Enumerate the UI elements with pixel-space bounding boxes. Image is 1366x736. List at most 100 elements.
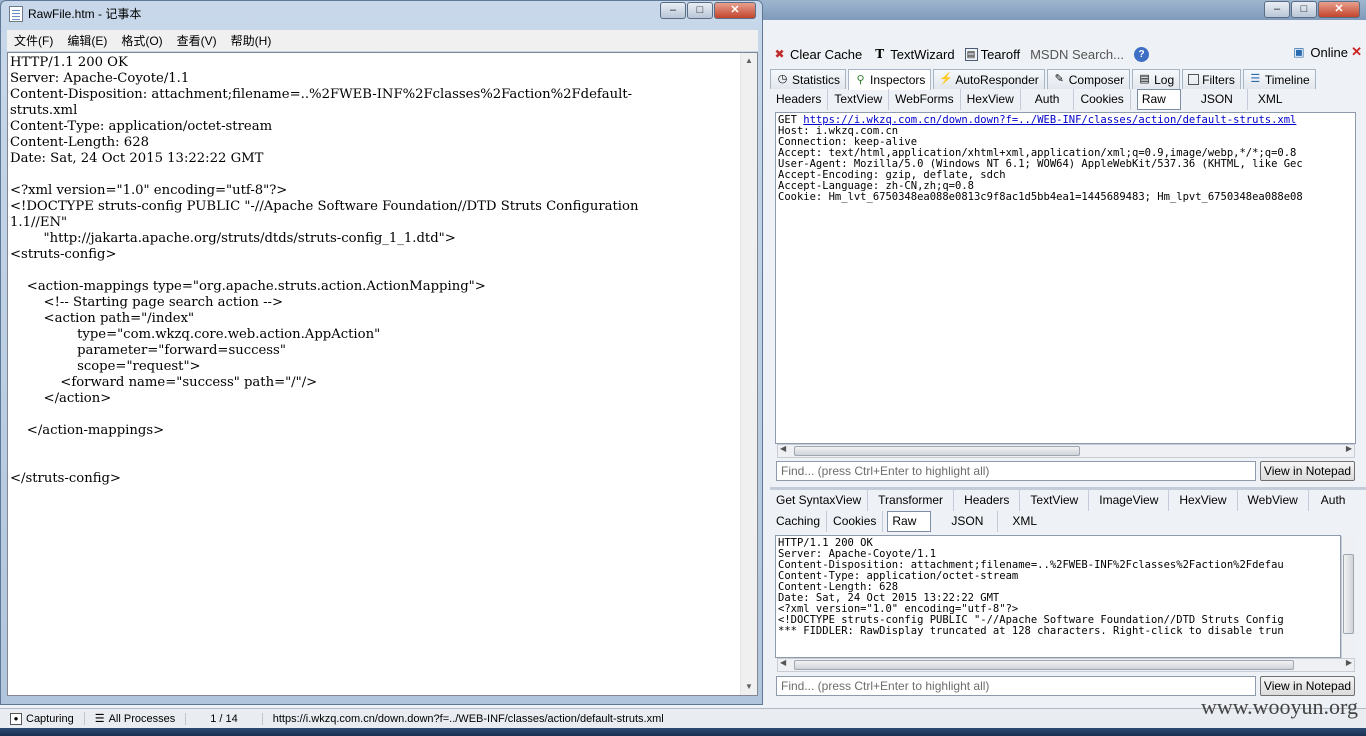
tab-filters[interactable]: Filters [1182,69,1241,89]
request-tab-raw[interactable]: Raw [1136,89,1181,110]
response-hscrollbar[interactable]: ◀ ▶ [777,658,1355,672]
response-tab-headers[interactable]: Headers [954,490,1021,511]
toolbar-close-icon[interactable]: ✕ [1351,44,1362,60]
tab-log[interactable]: ▤ Log [1132,69,1181,89]
notepad-text-line: Content-Disposition: attachment;filename… [10,87,633,102]
request-hscroll-thumb[interactable] [794,446,1080,456]
response-find-input[interactable]: Find... (press Ctrl+Enter to highlight a… [776,676,1256,696]
online-label: Online [1310,45,1348,60]
request-tab-json[interactable]: JSON [1187,89,1248,110]
online-indicator[interactable]: ▣ Online [1291,45,1348,60]
textwizard-button[interactable]: T TextWizard [872,47,954,62]
response-tab-syntaxview[interactable]: Get SyntaxView [770,490,869,511]
response-tab-raw[interactable]: Raw [887,511,932,532]
scroll-left-icon[interactable]: ◀ [780,444,786,453]
fiddler-close-button[interactable]: ✕ [1318,1,1360,18]
request-tab-xml[interactable]: XML [1248,89,1293,110]
tab-composer[interactable]: ✎ Composer [1046,69,1131,89]
notepad-document-text[interactable]: HTTP/1.1 200 OK Server: Apache-Coyote/1.1… [10,55,738,487]
response-tab-imageview[interactable]: ImageView [1089,490,1170,511]
request-tab-textview[interactable]: TextView [828,89,890,110]
notepad-text-line: <action-mappings type="org.apache.struts… [10,279,486,294]
status-url: https://i.wkzq.com.cn/down.down?f=../WEB… [261,712,674,725]
response-inspector-tabs-row1: Get SyntaxView Transformer Headers TextV… [770,490,1360,511]
request-raw-text[interactable]: GET https://i.wkzq.com.cn/down.down?f=..… [775,112,1356,444]
request-view-in-notepad-button[interactable]: View in Notepad [1260,461,1355,481]
response-raw-text[interactable]: HTTP/1.1 200 OK Server: Apache-Coyote/1.1… [775,535,1341,658]
menu-help[interactable]: 帮助(H) [224,32,279,49]
online-icon: ▣ [1293,45,1305,59]
clear-cache-button[interactable]: ✖ Clear Cache [772,47,862,62]
tearoff-button[interactable]: ▤ Tearoff [964,46,1021,62]
response-hscroll-thumb[interactable] [794,660,1294,670]
response-tab-auth[interactable]: Auth [1309,490,1358,511]
menu-view[interactable]: 查看(V) [170,32,224,49]
fiddler-minimize-button[interactable]: – [1264,1,1290,18]
scroll-right-icon[interactable]: ▶ [1346,444,1352,453]
tab-timeline[interactable]: ☰ Timeline [1242,69,1316,89]
composer-icon: ✎ [1054,73,1064,85]
scroll-down-icon[interactable]: ▼ [741,679,757,695]
menu-format[interactable]: 格式(O) [114,32,169,49]
tab-inspectors[interactable]: ⚲ Inspectors [848,69,932,90]
scroll-up-icon[interactable]: ▲ [741,53,757,69]
request-hscrollbar[interactable]: ◀ ▶ [777,444,1355,458]
menu-edit[interactable]: 编辑(E) [60,32,114,49]
notepad-text-area[interactable]: HTTP/1.1 200 OK Server: Apache-Coyote/1.1… [7,52,758,696]
request-tab-webforms[interactable]: WebForms [889,89,961,110]
textwizard-label: TextWizard [890,46,955,62]
process-filter[interactable]: ☰ All Processes [83,712,186,725]
tab-label: Statistics [792,72,841,87]
response-tab-webview[interactable]: WebView [1238,490,1309,511]
response-tab-xml[interactable]: XML [998,511,1051,532]
notepad-text-line: "http://jakarta.apache.org/struts/dtds/s… [10,231,456,246]
main-tabs: ◷ Statistics ⚲ Inspectors ⚡ AutoResponde… [770,69,1366,90]
response-vscroll-thumb[interactable] [1343,554,1354,634]
request-header-lines: Host: i.wkzq.com.cn Connection: keep-aliv… [778,126,1353,203]
request-tab-auth[interactable]: Auth [1021,89,1075,110]
autoresponder-icon: ⚡ [939,73,954,85]
request-tab-headers[interactable]: Headers [770,89,829,110]
help-icon[interactable]: ? [1134,46,1149,62]
fiddler-maximize-button[interactable]: □ [1291,1,1317,18]
request-tab-hexview[interactable]: HexView [961,89,1021,110]
watermark-text: www.wooyun.org [1200,694,1358,719]
response-tab-textview[interactable]: TextView [1020,490,1090,511]
notepad-text-line: </action> [10,391,112,406]
notepad-maximize-button[interactable]: □ [687,2,713,19]
notepad-app-icon [9,5,23,22]
tab-autoresponder[interactable]: ⚡ AutoResponder [933,69,1045,89]
windows-taskbar [0,728,1366,736]
response-tab-json[interactable]: JSON [937,511,999,532]
request-find-input[interactable]: Find... (press Ctrl+Enter to highlight a… [776,461,1256,481]
notepad-close-button[interactable]: ✕ [714,2,756,19]
log-icon: ▤ [1139,73,1150,85]
fiddler-window-controls: – □ ✕ [1264,1,1360,18]
scroll-left-icon[interactable]: ◀ [780,658,786,667]
tab-statistics[interactable]: ◷ Statistics [770,69,847,89]
notepad-window-title: RawFile.htm - 记事本 [28,7,142,21]
fiddler-toolbar: ✖ Clear Cache T TextWizard ▤ Tearoff MSD… [762,42,1366,66]
response-tab-cookies[interactable]: Cookies [827,511,884,532]
notepad-text-line: parameter="forward=success" [10,343,286,358]
request-inspector-tabs: Headers TextView WebForms HexView Auth C… [770,89,1360,110]
scroll-right-icon[interactable]: ▶ [1346,658,1352,667]
menu-file[interactable]: 文件(F) [7,32,60,49]
request-tab-cookies[interactable]: Cookies [1074,89,1131,110]
notepad-text-line: HTTP/1.1 200 OK [10,55,128,70]
notepad-window-controls: – □ ✕ [660,2,756,19]
response-tab-caching[interactable]: Caching [770,511,828,532]
notepad-minimize-button[interactable]: – [660,2,686,19]
response-tab-transformer[interactable]: Transformer [868,490,955,511]
tearoff-label: Tearoff [980,46,1021,62]
process-filter-icon: ☰ [94,713,105,725]
response-view-in-notepad-button[interactable]: View in Notepad [1260,676,1355,696]
response-vscrollbar[interactable] [1341,536,1355,658]
capturing-toggle[interactable]: ● Capturing [0,712,84,725]
process-filter-label: All Processes [108,712,176,725]
notepad-vscrollbar[interactable]: ▲ ▼ [740,53,757,695]
fiddler-statusbar: ● Capturing ☰ All Processes 1 / 14 https… [0,708,1366,728]
msdn-search-box[interactable]: MSDN Search... [1030,47,1124,62]
inspectors-icon: ⚲ [856,73,865,86]
response-tab-hexview[interactable]: HexView [1169,490,1238,511]
